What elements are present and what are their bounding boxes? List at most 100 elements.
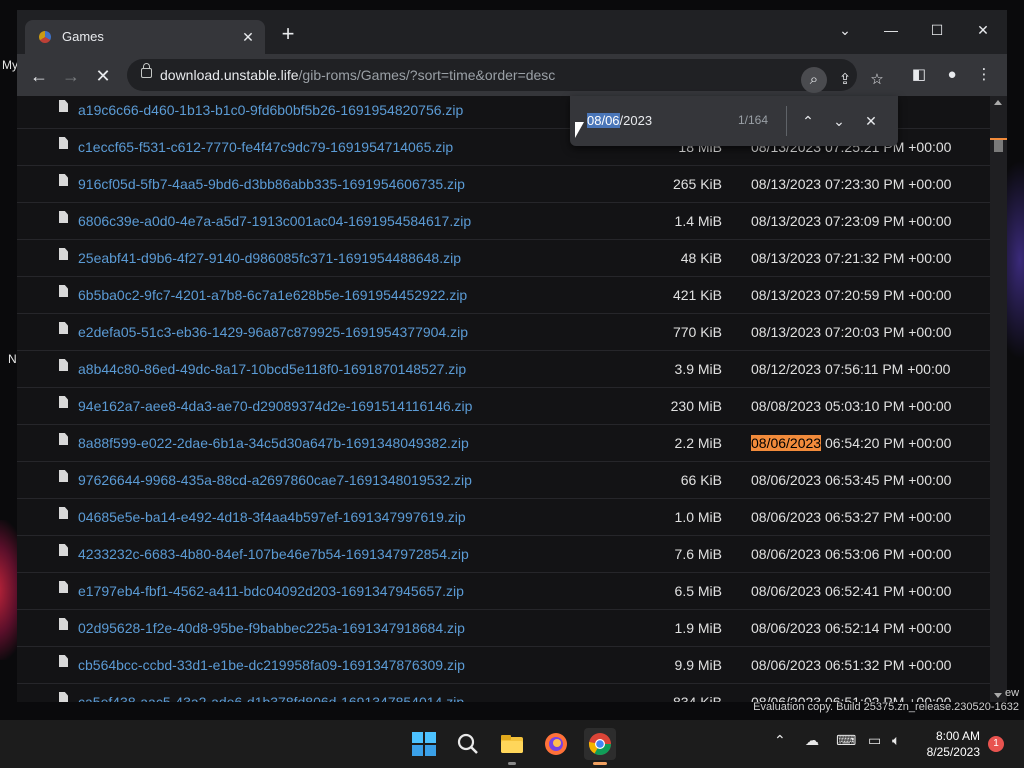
running-indicator	[508, 762, 516, 765]
share-icon[interactable]: ⇪	[832, 67, 858, 93]
file-size: 230 MiB	[670, 398, 722, 414]
file-link[interactable]: a8b44c80-86ed-49dc-8a17-10bcd5e118f0-169…	[78, 361, 466, 377]
file-link[interactable]: ca5ef438-aac5-43a2-ade6-d1b378fd806d-169…	[78, 694, 464, 702]
back-button[interactable]: ←	[25, 62, 53, 90]
file-link[interactable]: 25eabf41-d9b6-4f27-9140-d986085fc371-169…	[78, 250, 461, 266]
maximize-button[interactable]: ☐	[914, 16, 960, 44]
file-link[interactable]: 02d95628-1f2e-40d8-95be-f9babbec225a-169…	[78, 620, 465, 636]
evaluation-watermark: Evaluation copy. Build 25375.zn_release.…	[753, 701, 1019, 713]
table-row: 25eabf41-d9b6-4f27-9140-d986085fc371-169…	[17, 240, 990, 277]
desktop-icon-label[interactable]: My	[2, 58, 18, 72]
browser-window: Games ✕ + ⌄ — ☐ ✕ ← → ✕ download.unstabl…	[17, 10, 1007, 702]
file-modified-date: 08/08/2023 05:03:10 PM +00:00	[751, 398, 951, 414]
file-link[interactable]: 6b5ba0c2-9fc7-4201-a7b8-6c7a1e628b5e-169…	[78, 287, 467, 303]
file-link[interactable]: cb564bcc-ccbd-33d1-e1be-dc219958fa09-169…	[78, 657, 465, 673]
keyboard-icon[interactable]: ⌨	[836, 732, 856, 749]
time-text: 06:53:27 PM +00:00	[821, 509, 952, 525]
tab-title: Games	[62, 29, 104, 44]
lock-icon[interactable]	[141, 63, 152, 78]
find-next-icon[interactable]: ⌄	[827, 109, 851, 133]
file-icon	[59, 470, 68, 482]
clock-time: 8:00 AM	[935, 729, 980, 743]
date-text: 08/13/2023	[751, 250, 822, 266]
file-link[interactable]: e1797eb4-fbf1-4562-a411-bdc04092d203-169…	[78, 583, 464, 599]
firefox-icon[interactable]	[540, 728, 572, 760]
close-tab-icon[interactable]: ✕	[239, 28, 257, 46]
date-text: 08/06/2023	[751, 657, 822, 673]
minimize-button[interactable]: —	[868, 16, 914, 44]
date-text: 08/13/2023	[751, 324, 822, 340]
file-explorer-icon[interactable]	[496, 728, 528, 760]
new-tab-button[interactable]: +	[277, 23, 299, 46]
bookmark-star-icon[interactable]: ☆	[864, 67, 890, 93]
scroll-down-arrow-icon[interactable]	[994, 693, 1002, 698]
find-close-icon[interactable]: ✕	[859, 109, 883, 133]
file-size: 7.6 MiB	[674, 546, 722, 562]
tab-search-chevron-icon[interactable]: ⌄	[822, 16, 868, 44]
time-text: 07:56:11 PM +00:00	[821, 361, 951, 377]
file-icon	[59, 100, 68, 112]
time-text: 06:53:45 PM +00:00	[821, 472, 952, 488]
file-link[interactable]: e2defa05-51c3-eb36-1429-96a87c879925-169…	[78, 324, 468, 340]
address-bar[interactable]: download.unstable.life/gib-roms/Games/?s…	[127, 59, 884, 93]
find-match-count: 1/164	[738, 113, 769, 127]
file-link[interactable]: 8a88f599-e022-2dae-6b1a-34c5d30a647b-169…	[78, 435, 469, 451]
table-row: ca5ef438-aac5-43a2-ade6-d1b378fd806d-169…	[17, 684, 990, 702]
scrollbar-thumb[interactable]	[994, 140, 1003, 152]
tab-games[interactable]: Games ✕	[25, 20, 265, 54]
file-icon	[59, 433, 68, 445]
file-size: 66 KiB	[680, 472, 722, 488]
file-size: 1.9 MiB	[674, 620, 722, 636]
file-size: 265 KiB	[672, 176, 722, 192]
find-input[interactable]: 08/06/2023	[587, 113, 652, 128]
volume-icon[interactable]: 🔈︎	[892, 732, 900, 749]
file-modified-date: 08/06/2023 06:52:14 PM +00:00	[751, 620, 951, 636]
table-row: cb564bcc-ccbd-33d1-e1be-dc219958fa09-169…	[17, 647, 990, 684]
file-link[interactable]: 94e162a7-aee8-4da3-ae70-d29089374d2e-169…	[78, 398, 472, 414]
date-text: 08/06/2023	[751, 583, 822, 599]
vertical-scrollbar[interactable]	[990, 96, 1007, 702]
file-size: 1.0 MiB	[674, 509, 722, 525]
menu-kebab-icon[interactable]: ⋮	[971, 62, 997, 88]
notification-badge[interactable]: 1	[988, 736, 1004, 752]
file-link[interactable]: 916cf05d-5fb7-4aa5-9bd6-d3bb86abb335-169…	[78, 176, 465, 192]
file-link[interactable]: 97626644-9968-435a-88cd-a2697860cae7-169…	[78, 472, 472, 488]
clock[interactable]: 8:00 AM 8/25/2023	[924, 728, 980, 760]
date-text: 08/13/2023	[751, 176, 822, 192]
file-icon	[59, 285, 68, 297]
table-row: 97626644-9968-435a-88cd-a2697860cae7-169…	[17, 462, 990, 499]
scroll-up-arrow-icon[interactable]	[994, 100, 1002, 105]
file-link[interactable]: 4233232c-6683-4b80-84ef-107be46e7b54-169…	[78, 546, 469, 562]
table-row: a8b44c80-86ed-49dc-8a17-10bcd5e118f0-169…	[17, 351, 990, 388]
url-text[interactable]: download.unstable.life/gib-roms/Games/?s…	[160, 67, 555, 83]
file-modified-date: 08/06/2023 06:52:41 PM +00:00	[751, 583, 951, 599]
forward-button[interactable]: →	[57, 62, 85, 90]
taskbar: ⌃ ☁ ⌨ ▭ 🔈︎ 8:00 AM 8/25/2023	[0, 720, 1024, 768]
file-size: 6.5 MiB	[674, 583, 722, 599]
profile-avatar-icon[interactable]: ●	[939, 62, 965, 88]
time-text: 07:20:03 PM +00:00	[821, 324, 952, 340]
file-link[interactable]: c1eccf65-f531-c612-7770-fe4f47c9dc79-169…	[78, 139, 453, 155]
network-icon[interactable]: ▭	[868, 732, 881, 749]
start-icon[interactable]	[408, 728, 440, 760]
file-link[interactable]: 6806c39e-a0d0-4e7a-a5d7-1913c001ac04-169…	[78, 213, 471, 229]
file-modified-date: 08/13/2023 07:23:30 PM +00:00	[751, 176, 951, 192]
show-hidden-icons-chevron-icon[interactable]: ⌃	[774, 732, 786, 749]
file-modified-date: 08/06/2023 06:53:06 PM +00:00	[751, 546, 951, 562]
search-icon[interactable]	[452, 728, 484, 760]
stop-loading-button[interactable]: ✕	[89, 62, 117, 90]
close-window-button[interactable]: ✕	[960, 16, 1006, 44]
onedrive-warning-icon[interactable]: ☁	[805, 732, 819, 749]
find-in-page-icon[interactable]: ⌕	[801, 67, 827, 93]
chrome-icon[interactable]	[584, 728, 616, 760]
file-size: 2.2 MiB	[674, 435, 722, 451]
time-text: 06:52:41 PM +00:00	[821, 583, 952, 599]
desktop-icon-label[interactable]: N	[8, 352, 17, 366]
time-text: 06:54:20 PM +00:00	[821, 435, 952, 451]
file-link[interactable]: a19c6c66-d460-1b13-b1c0-9fd6b0bf5b26-169…	[78, 102, 463, 118]
find-previous-icon[interactable]: ⌃	[796, 109, 820, 133]
file-link[interactable]: 04685e5e-ba14-e492-4d18-3f4aa4b597ef-169…	[78, 509, 466, 525]
side-panel-icon[interactable]: ◧	[906, 62, 932, 88]
file-size: 3.9 MiB	[674, 361, 722, 377]
table-row: 6b5ba0c2-9fc7-4201-a7b8-6c7a1e628b5e-169…	[17, 277, 990, 314]
